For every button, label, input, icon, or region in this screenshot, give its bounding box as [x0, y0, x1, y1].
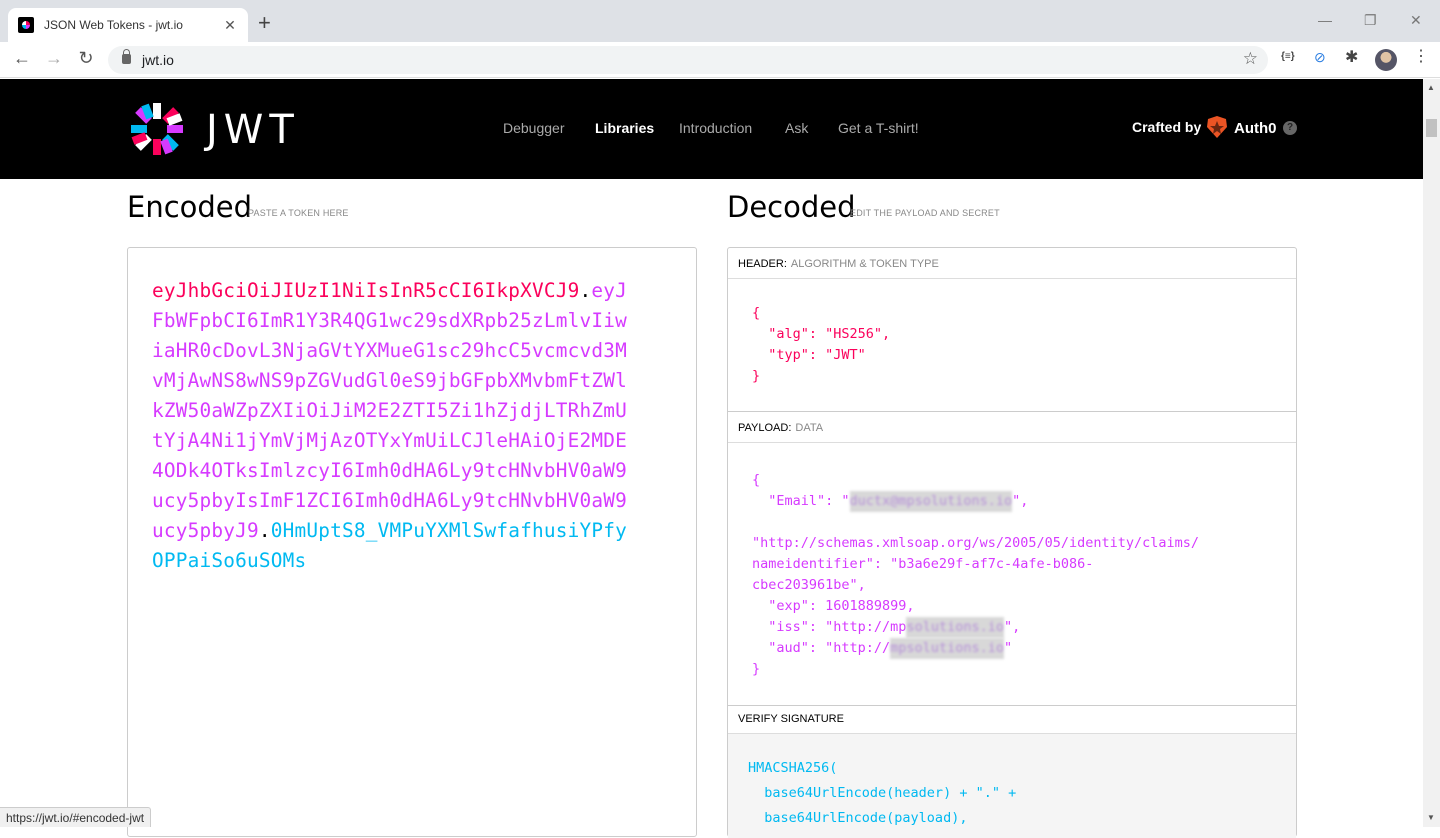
forward-icon[interactable]: → — [42, 48, 66, 69]
new-tab-button[interactable]: + — [258, 12, 271, 34]
browser-tab[interactable]: JSON Web Tokens - jwt.io ✕ — [8, 8, 248, 42]
restore-button[interactable]: ❐ — [1364, 12, 1377, 29]
code-line: "http://schemas.xmlsoap.org/ws/2005/05/i… — [752, 535, 1200, 551]
puzzle-extensions-icon[interactable]: ✱ — [1345, 47, 1358, 67]
code-line: } — [752, 368, 761, 384]
code-line: { — [752, 472, 761, 488]
code-line: nameidentifier": "b3a6e29f-af7c-4afe-b08… — [752, 556, 1094, 572]
code-line: base64UrlEncode(header) + "." + — [748, 785, 1017, 801]
payload-label: PAYLOAD: — [738, 422, 792, 434]
lock-icon — [122, 49, 131, 64]
scroll-up-icon[interactable]: ▲ — [1427, 83, 1435, 92]
code-line: } — [752, 661, 761, 677]
url-text: jwt.io — [142, 52, 174, 68]
verify-signature-code: HMACSHA256( base64UrlEncode(header) + ".… — [748, 756, 1016, 831]
tab-close-icon[interactable]: ✕ — [222, 17, 238, 34]
token-separator: . — [258, 519, 271, 542]
page-scrollbar[interactable]: ▲ ▼ — [1423, 79, 1440, 827]
verify-signature-title: VERIFY SIGNATURE — [728, 703, 1296, 734]
code-line: "iss": "http://mpsolutions.io", — [752, 617, 1199, 638]
decoded-subtitle: EDIT THE PAYLOAD AND SECRET — [850, 208, 1000, 218]
address-bar[interactable]: jwt.io ☆ — [108, 46, 1268, 74]
header-json-editor[interactable]: { "alg": "HS256", "typ": "JWT"} — [728, 279, 1296, 412]
jwt-logo-text[interactable]: JWT — [206, 107, 300, 153]
code-line: { — [752, 305, 761, 321]
window-close-button[interactable]: ✕ — [1410, 12, 1422, 29]
header-label: HEADER: — [738, 258, 787, 270]
back-icon[interactable]: ← — [10, 48, 34, 69]
code-line: cbec203961be", — [752, 577, 866, 593]
code-line: "exp": 1601889899, — [752, 598, 915, 614]
crafted-by-label: Crafted by — [1132, 119, 1202, 135]
reload-icon[interactable]: ↻ — [74, 48, 98, 69]
email-end: ", — [1012, 493, 1029, 509]
help-icon[interactable]: ? — [1283, 121, 1297, 135]
token-payload-part: eyJFbWFpbCI6ImR1Y3R4QG1wc29sdXRpb25zLmlv… — [152, 279, 627, 542]
browser-tab-bar: JSON Web Tokens - jwt.io ✕ + — ❐ ✕ — [0, 0, 1440, 42]
json-extension-icon[interactable]: {≡} — [1281, 51, 1295, 62]
payload-json[interactable]: { "Email": "ductx@mpsolutions.io", "http… — [752, 470, 1199, 680]
header-json[interactable]: { "alg": "HS256", "typ": "JWT"} — [752, 303, 890, 387]
code-line: "alg": "HS256", — [752, 326, 891, 342]
code-line: "Email": "ductx@mpsolutions.io", — [752, 491, 1199, 512]
iss-value-redacted: solutions.io — [906, 617, 1004, 638]
extension-icon[interactable]: ⊘ — [1314, 49, 1326, 66]
browser-toolbar: ← → ↻ jwt.io ☆ {≡} ⊘ ✱ ⋮ — [0, 42, 1440, 78]
decoded-title: Decoded — [727, 190, 856, 224]
encoded-subtitle: PASTE A TOKEN HERE — [248, 208, 349, 218]
encoded-token-editor[interactable]: eyJhbGciOiJIUzI1NiIsInR5cCI6IkpXVCJ9.eyJ… — [127, 247, 697, 837]
nav-ask[interactable]: Ask — [785, 120, 808, 136]
encoded-title: Encoded — [127, 190, 253, 224]
code-line: base64UrlEncode(payload), — [748, 810, 968, 826]
token-header-part: eyJhbGciOiJIUzI1NiIsInR5cCI6IkpXVCJ9 — [152, 279, 580, 302]
nav-libraries[interactable]: Libraries — [595, 120, 654, 136]
jwt-favicon-icon — [18, 17, 34, 33]
email-value-redacted: ductx@mpsolutions.io — [849, 491, 1013, 512]
aud-end: " — [1003, 640, 1013, 656]
link-status-bar: https://jwt.io/#encoded-jwt — [0, 807, 152, 827]
verify-signature-label: VERIFY SIGNATURE — [738, 713, 844, 725]
profile-avatar[interactable] — [1375, 49, 1397, 71]
verify-signature-body: HMACSHA256( base64UrlEncode(header) + ".… — [728, 734, 1296, 838]
nav-get-tshirt[interactable]: Get a T-shirt! — [838, 120, 919, 136]
tab-title: JSON Web Tokens - jwt.io — [44, 18, 183, 32]
code-line: "aud": "http://mpsolutions.io" — [752, 638, 1199, 659]
nav-debugger[interactable]: Debugger — [503, 120, 565, 136]
header-section-title: HEADER: ALGORITHM & TOKEN TYPE — [728, 248, 1296, 279]
auth0-brand-text[interactable]: Auth0 — [1234, 120, 1277, 137]
code-line: "typ": "JWT" — [752, 347, 866, 363]
site-header: JWT Debugger Libraries Introduction Ask … — [0, 79, 1423, 179]
aud-value-redacted: mpsolutions.io — [890, 638, 1004, 659]
auth0-logo-icon[interactable] — [1206, 115, 1228, 139]
encoded-token[interactable]: eyJhbGciOiJIUzI1NiIsInR5cCI6IkpXVCJ9.eyJ… — [152, 276, 632, 576]
aud-key: "aud": "http:// — [752, 640, 891, 656]
minimize-button[interactable]: — — [1318, 12, 1332, 28]
jwt-logo-icon[interactable] — [127, 99, 187, 159]
menu-kebab-icon[interactable]: ⋮ — [1413, 46, 1429, 66]
payload-json-editor[interactable]: { "Email": "ductx@mpsolutions.io", "http… — [728, 443, 1296, 706]
scrollbar-thumb[interactable] — [1426, 119, 1437, 137]
scroll-down-icon[interactable]: ▼ — [1427, 813, 1435, 822]
payload-description: DATA — [795, 422, 824, 434]
code-line: HMACSHA256( — [748, 760, 838, 776]
payload-section-title: PAYLOAD: DATA — [728, 412, 1296, 443]
email-key: "Email": " — [752, 493, 850, 509]
header-description: ALGORITHM & TOKEN TYPE — [790, 258, 939, 270]
iss-key: "iss": "http://mp — [752, 619, 907, 635]
token-separator: . — [579, 279, 592, 302]
nav-introduction[interactable]: Introduction — [679, 120, 752, 136]
iss-end: ", — [1003, 619, 1021, 635]
decoded-panel: HEADER: ALGORITHM & TOKEN TYPE { "alg": "… — [727, 247, 1297, 838]
bookmark-star-icon[interactable]: ☆ — [1243, 49, 1258, 69]
